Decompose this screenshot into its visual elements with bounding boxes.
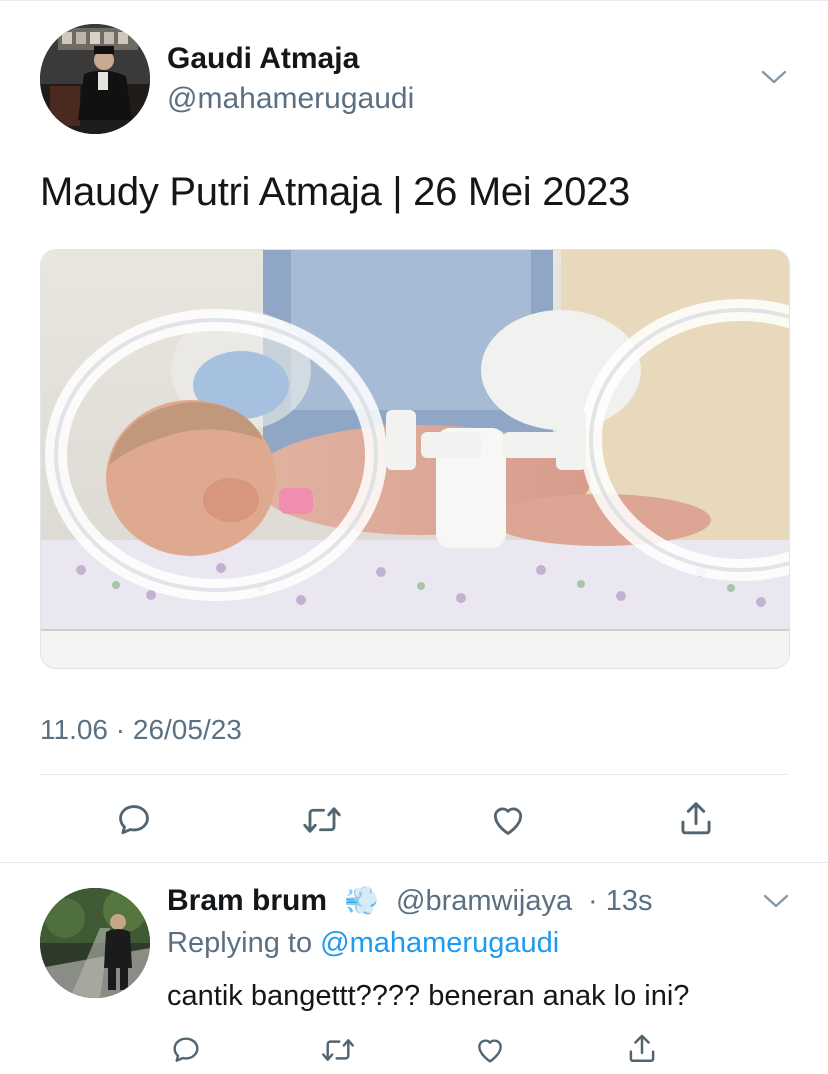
reply-menu-chevron[interactable]	[762, 890, 790, 917]
author-name[interactable]: Gaudi Atmaja	[167, 42, 359, 76]
author-avatar[interactable]	[40, 24, 150, 134]
reply-icon	[173, 1037, 199, 1062]
reply-retweet-button[interactable]	[316, 1030, 360, 1070]
author-handle[interactable]: @mahamerugaudi	[167, 82, 414, 116]
tweet-media[interactable]	[40, 249, 790, 669]
share-icon	[681, 802, 711, 835]
share-button[interactable]	[672, 796, 720, 842]
retweet-icon	[321, 1039, 355, 1061]
tweet-menu-chevron[interactable]	[760, 66, 788, 93]
chevron-down-icon	[761, 70, 787, 84]
tweet-timestamp[interactable]: 11.06 · 26/05/23	[40, 714, 242, 746]
replying-to-line: Replying to @mahamerugaudi	[167, 927, 559, 960]
like-button[interactable]	[484, 798, 532, 842]
reply-text: cantik bangettt???? beneran anak lo ini?	[167, 980, 690, 1012]
chevron-down-icon	[763, 894, 789, 908]
reply-share-button[interactable]	[620, 1028, 664, 1070]
tweet-divider	[0, 862, 828, 863]
reply-author-avatar[interactable]	[40, 888, 150, 998]
wind-emoji: 💨	[344, 885, 379, 916]
avatar-photo-icon	[40, 24, 150, 134]
top-border	[0, 0, 828, 1]
retweet-button[interactable]	[298, 798, 346, 842]
replying-to-handle[interactable]: @mahamerugaudi	[320, 927, 559, 959]
reply-reply-button[interactable]	[164, 1030, 208, 1070]
reply-like-button[interactable]	[468, 1030, 512, 1070]
retweet-icon	[303, 807, 341, 833]
photo-newborn-in-incubator-icon	[41, 250, 789, 668]
replying-to-label: Replying to	[167, 927, 321, 959]
avatar-photo-icon	[40, 888, 150, 998]
reply-button[interactable]	[110, 798, 158, 842]
heart-icon	[478, 1039, 502, 1063]
actions-divider	[40, 774, 788, 775]
reply-author-handle[interactable]: @bramwijaya	[396, 885, 572, 918]
tweet-text: Maudy Putri Atmaja | 26 Mei 2023	[40, 170, 630, 214]
reply-time[interactable]: · 13s	[588, 885, 652, 918]
reply-icon	[119, 805, 149, 835]
share-icon	[629, 1034, 655, 1063]
reply-author-name[interactable]: Bram brum	[167, 884, 327, 918]
heart-icon	[493, 807, 523, 835]
